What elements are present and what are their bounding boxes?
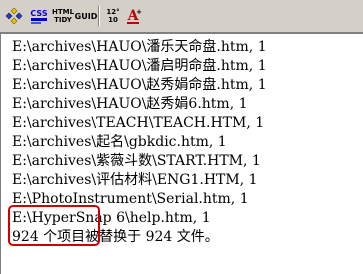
css-label: CSS xyxy=(30,9,47,18)
result-line: E:\PhotoInstrument\Serial.htm, 1 xyxy=(12,191,249,207)
result-line: E:\HyperSnap 6\help.htm, 1 xyxy=(12,210,211,226)
summary-line: 924 个项目被替换于 924 文件。 xyxy=(12,229,219,245)
guid-label: GUID xyxy=(74,11,98,21)
result-line: E:\archives\起名\gbkdic.htm, 1 xyxy=(12,134,227,150)
result-line: E:\archives\HAUO\潘启明命盘.htm, 1 xyxy=(12,58,267,74)
result-line: E:\archives\紫薇斗数\START.HTM, 1 xyxy=(12,153,261,169)
result-line: E:\archives\TEACH\TEACH.HTM, 1 xyxy=(12,115,265,131)
css-button[interactable]: CSS xyxy=(27,5,51,27)
number-bottom-label: 10 xyxy=(108,15,118,24)
guid-button[interactable]: GUID xyxy=(74,5,98,27)
number-convert-button[interactable]: 12° 10 xyxy=(102,5,124,27)
html-label: HTML xyxy=(51,7,75,16)
html-tidy-button[interactable]: HTML TIDY xyxy=(52,5,74,27)
result-line: E:\archives\HAUO\潘乐天命盘.htm, 1 xyxy=(12,39,267,55)
number-top-label: 12° xyxy=(106,7,120,16)
results-output-panel[interactable]: E:\archives\HAUO\潘乐天命盘.htm, 1 E:\archive… xyxy=(0,33,363,274)
toolbar: CSS HTML TIDY GUID 12° 10 A + xyxy=(0,0,363,33)
diamonds-icon-graphic xyxy=(5,7,23,25)
diamonds-icon[interactable] xyxy=(3,5,25,27)
font-color-icon: A + xyxy=(127,8,142,24)
result-line: E:\archives\HAUO\赵秀娟6.htm, 1 xyxy=(12,96,248,112)
svg-text:+: + xyxy=(136,8,142,16)
find-replace-results-window: CSS HTML TIDY GUID 12° 10 A + E:\archive… xyxy=(0,0,363,274)
results-list: E:\archives\HAUO\潘乐天命盘.htm, 1 E:\archive… xyxy=(12,38,267,247)
css-icon: CSS xyxy=(30,9,48,24)
result-line: E:\archives\评估材料\ENG1.HTM, 1 xyxy=(12,172,258,188)
result-line: E:\archives\HAUO\赵秀娟命盘.htm, 1 xyxy=(12,77,267,93)
font-color-button[interactable]: A + xyxy=(125,5,143,27)
tidy-label: TIDY xyxy=(54,15,72,24)
toolbar-separator xyxy=(98,6,100,26)
